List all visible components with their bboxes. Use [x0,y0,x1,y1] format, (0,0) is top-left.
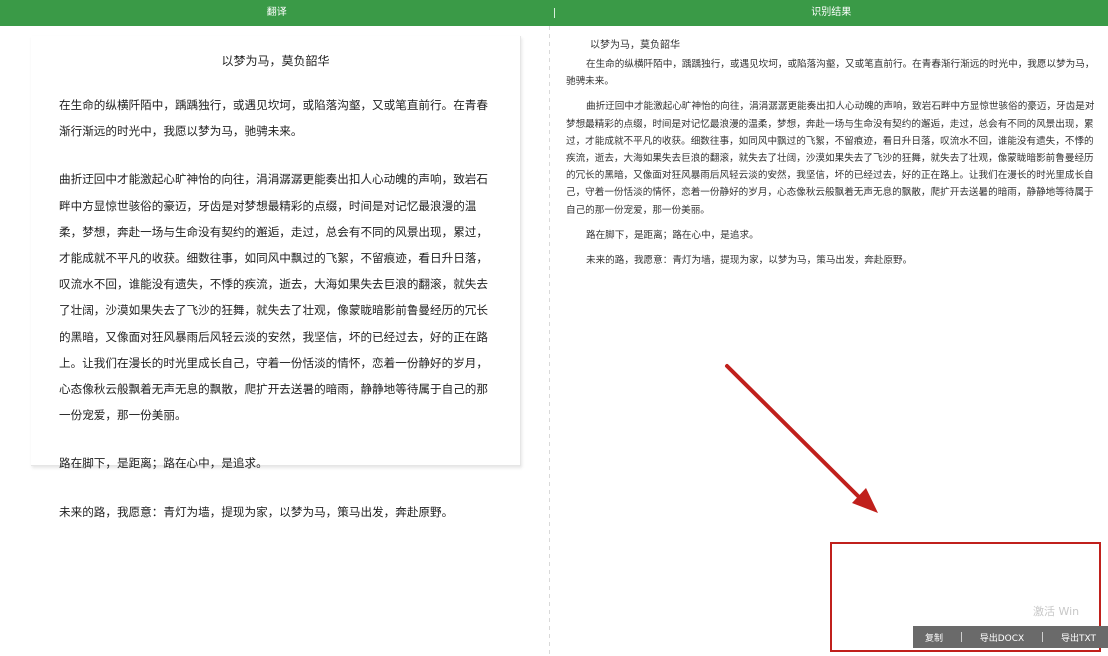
source-document-body: 在生命的纵横阡陌中，踽踽独行，或遇见坎坷，或陷落沟壑，又或笔直前行。在青春渐行渐… [59,92,499,547]
tab-translate[interactable]: 翻译 [0,0,554,26]
result-paragraph-2: 曲折迂回中才能激起心旷神怡的向往，涓涓潺潺更能奏出扣人心动魄的声响，致岩石畔中方… [566,101,1095,216]
export-txt-button[interactable]: 导出TXT [1055,631,1102,644]
result-title: 以梦为马，莫负韶华 [590,40,680,51]
action-separator [1042,632,1044,642]
export-action-bar: 复制 导出DOCX 导出TXT [913,626,1108,648]
source-pane: 以梦为马，莫负韶华 在生命的纵横阡陌中，踽踽独行，或遇见坎坷，或陷落沟壑，又或笔… [0,26,549,656]
source-document-card: 以梦为马，莫负韶华 在生命的纵横阡陌中，踽踽独行，或遇见坎坷，或陷落沟壑，又或笔… [31,36,521,519]
action-separator [960,632,962,642]
result-paragraph-1: 在生命的纵横阡陌中，踽踽独行，或遇见坎坷，或陷落沟壑，又或笔直前行。在青春渐行渐… [566,59,1095,88]
source-paragraph-2: 曲折迂回中才能激起心旷神怡的向往，涓涓潺潺更能奏出扣人心动魄的声响，致岩石畔中方… [59,172,488,423]
source-paragraph-4: 未来的路，我愿意：青灯为墙，提现为家，以梦为马，策马出发，奔赴原野。 [59,504,454,519]
source-paragraph-1: 在生命的纵横阡陌中，踽踽独行，或遇见坎坷，或陷落沟壑，又或笔直前行。在青春渐行渐… [59,98,488,139]
source-document-title: 以梦为马，莫负韶华 [221,54,330,68]
copy-button[interactable]: 复制 [919,631,949,644]
result-body: 在生命的纵横阡陌中，踽踽独行，或遇见坎坷，或陷落沟壑，又或笔直前行。在青春渐行渐… [566,56,1096,277]
source-paragraph-3: 路在脚下，是距离；路在心中，是追求。 [59,456,268,471]
result-paragraph-4: 未来的路，我愿意：青灯为墙，提现为家，以梦为马，策马出发，奔赴原野。 [586,255,913,267]
export-docx-button[interactable]: 导出DOCX [974,631,1030,644]
result-paragraph-3: 路在脚下，是距离；路在心中，是追求。 [586,229,759,241]
tab-recognition-result[interactable]: 识别结果 [555,0,1108,26]
top-bar: 翻译 识别结果 [0,0,1108,26]
activation-watermark: 激活 Win [1033,605,1080,618]
